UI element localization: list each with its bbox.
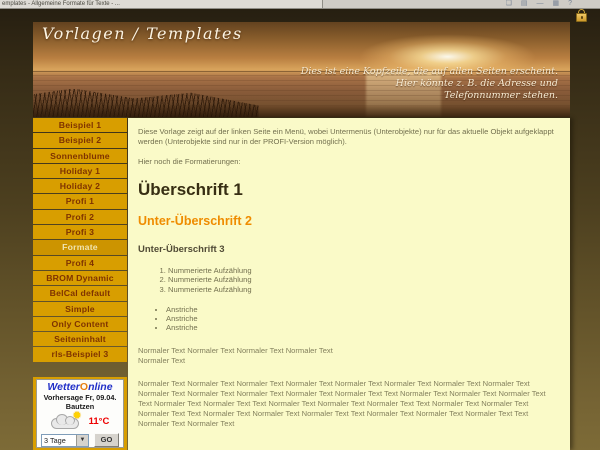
sidebar-menu-item[interactable]: BelCal default <box>33 286 127 300</box>
sidebar-menu: Beispiel 1Beispiel 2 SonnenblumeHoliday 1… <box>33 118 127 362</box>
sidebar-menu-item[interactable]: Simple <box>33 302 127 316</box>
numbered-list: Nummerierte AufzählungNummerierte Aufzäh… <box>138 266 558 294</box>
sidebar-menu-item[interactable]: Sonnenblume <box>33 149 127 163</box>
page-header-banner: Vorlagen / Templates Dies ist eine Kopfz… <box>33 22 570 117</box>
sidebar-menu-item[interactable]: Profi 2 <box>33 210 127 224</box>
tagline-line: Dies ist eine Kopfzeile, die auf allen S… <box>301 66 558 78</box>
sidebar-menu-item[interactable]: rls-Beispiel 3 <box>33 347 127 361</box>
site-title: Vorlagen / Templates <box>42 24 243 43</box>
print-icon[interactable]: ▦ <box>552 0 559 8</box>
browser-titlebar: emplates - Allgemeine Formate für Texte … <box>0 0 600 9</box>
logo-sun-o: O <box>80 381 88 393</box>
forecast-label: Vorhersage Fr, 09.04. <box>44 393 117 402</box>
forecast-range-select[interactable]: 3 Tage ▼ <box>41 434 89 447</box>
long-text-block: Normaler Text Normaler Text Normaler Tex… <box>138 379 558 429</box>
browser-toolbar-icons: ❏ ▤ — ▦? <box>506 0 572 8</box>
sidebar-menu-item[interactable]: Formate <box>33 240 127 254</box>
chevron-down-icon[interactable]: ▼ <box>76 435 88 446</box>
page-icon[interactable]: ❏ <box>506 0 512 8</box>
bullet-list-item: Anstriche <box>166 305 558 314</box>
bullet-list-item: Anstriche <box>166 314 558 323</box>
temperature-value: 11°C <box>89 416 110 427</box>
minimize-icon[interactable]: — <box>536 0 543 8</box>
heading-3: Unter-Überschrift 3 <box>138 244 558 255</box>
sidebar-menu-item[interactable]: Only Content <box>33 317 127 331</box>
numbered-list-item: Nummerierte Aufzählung <box>168 275 558 284</box>
lock-icon <box>576 9 587 22</box>
help-icon[interactable]: ? <box>568 0 572 8</box>
sidebar-menu-item[interactable]: Profi 4 <box>33 256 127 270</box>
numbered-list-item: Nummerierte Aufzählung <box>168 266 558 275</box>
sidebar-menu-item[interactable]: Profi 1 <box>33 194 127 208</box>
formats-intro: Hier noch die Formatierungen: <box>138 157 558 167</box>
sidebar-menu-item[interactable]: Holiday 1 <box>33 164 127 178</box>
forecast-range-value: 3 Tage <box>42 435 76 446</box>
bullet-list-item: Anstriche <box>166 323 558 332</box>
partly-cloudy-icon: ✹ <box>51 414 81 430</box>
tagline-line: Hier könnte z. B. die Adresse und <box>301 78 558 90</box>
bullet-list: AnstricheAnstricheAnstriche <box>138 305 558 333</box>
intro-paragraph: Diese Vorlage zeigt auf der linken Seite… <box>138 127 558 147</box>
sidebar-menu-item[interactable]: Holiday 2 <box>33 179 127 193</box>
heading-2: Unter-Überschrift 2 <box>138 214 558 228</box>
browser-tab[interactable]: emplates - Allgemeine Formate für Texte … <box>0 0 323 8</box>
header-tagline: Dies ist eine Kopfzeile, die auf allen S… <box>301 66 558 102</box>
sidebar-menu-item[interactable]: Beispiel 1 <box>33 118 127 132</box>
main-content: Diese Vorlage zeigt auf der linken Seite… <box>128 118 570 450</box>
weather-widget: WetterOnline Vorhersage Fr, 09.04. Bautz… <box>33 377 127 450</box>
browser-tab-title: emplates - Allgemeine Formate für Texte … <box>0 0 322 8</box>
numbered-list-item: Nummerierte Aufzählung <box>168 285 558 294</box>
go-button[interactable]: GO <box>94 433 119 447</box>
sidebar-menu-item[interactable]: BROM Dynamic <box>33 271 127 285</box>
heading-1: Überschrift 1 <box>138 180 558 199</box>
wetteronline-logo[interactable]: WetterOnline <box>47 382 112 393</box>
sidebar-menu-item[interactable]: Beispiel 2 <box>33 133 127 147</box>
normal-text-block: Normaler Text Normaler Text Normaler Tex… <box>138 346 558 366</box>
tagline-line: Telefonnummer stehen. <box>301 90 558 102</box>
cloud-icon <box>51 418 79 429</box>
sidebar-menu-item[interactable]: Profi 3 <box>33 225 127 239</box>
grid-icon[interactable]: ▤ <box>521 0 528 8</box>
sidebar-menu-item[interactable]: Seiteninhalt <box>33 332 127 346</box>
